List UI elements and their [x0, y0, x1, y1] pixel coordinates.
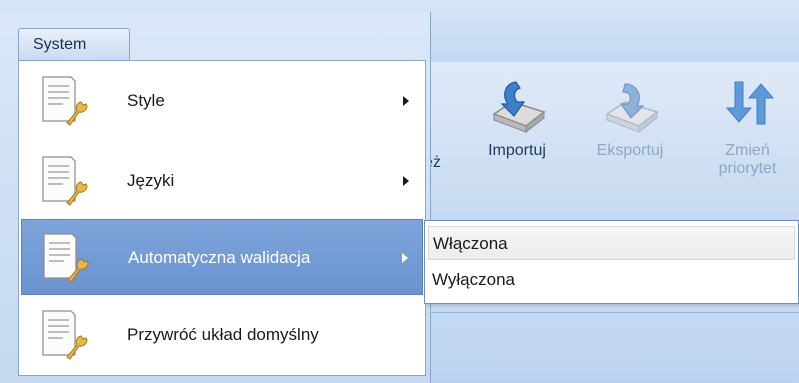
- change-priority-label-line2: priorytet: [718, 160, 777, 177]
- menu-item-languages[interactable]: Języki: [21, 143, 423, 219]
- submenu-item-disabled[interactable]: Wyłączona: [428, 263, 795, 297]
- menu-item-label: Style: [127, 91, 165, 110]
- menu-item-label: Języki: [127, 171, 175, 190]
- document-wrench-icon: [42, 310, 88, 360]
- export-label: Eksportuj: [596, 142, 664, 159]
- change-priority-button[interactable]: Zmień priorytet: [700, 74, 795, 178]
- menu-item-restore-layout[interactable]: Przywróć układ domyślny: [21, 297, 423, 373]
- export-button[interactable]: Eksportuj: [580, 74, 680, 160]
- import-label: Importuj: [488, 142, 546, 159]
- auto-validation-submenu: Włączona Wyłączona: [424, 220, 799, 304]
- system-tab[interactable]: System: [18, 28, 130, 60]
- submenu-arrow-icon: [403, 176, 409, 186]
- submenu-arrow-icon: [402, 253, 408, 263]
- change-priority-icon: [725, 81, 774, 125]
- import-button[interactable]: Importuj: [472, 74, 562, 160]
- submenu-arrow-icon: [403, 96, 409, 106]
- system-menu: Style Języki Automatyczna walidacja Przy…: [18, 60, 426, 376]
- menu-item-style[interactable]: Style: [21, 63, 423, 139]
- menu-item-label: Przywróć układ domyślny: [127, 325, 319, 344]
- export-icon: [605, 83, 659, 134]
- change-priority-label-line1: Zmień: [725, 142, 770, 159]
- menu-item-auto-validation[interactable]: Automatyczna walidacja: [21, 219, 423, 295]
- document-wrench-icon: [42, 76, 88, 126]
- document-wrench-icon: [43, 233, 89, 283]
- import-icon: [492, 81, 546, 134]
- menu-item-label: Automatyczna walidacja: [128, 248, 311, 267]
- document-wrench-icon: [42, 156, 88, 206]
- submenu-item-enabled[interactable]: Włączona: [428, 226, 795, 260]
